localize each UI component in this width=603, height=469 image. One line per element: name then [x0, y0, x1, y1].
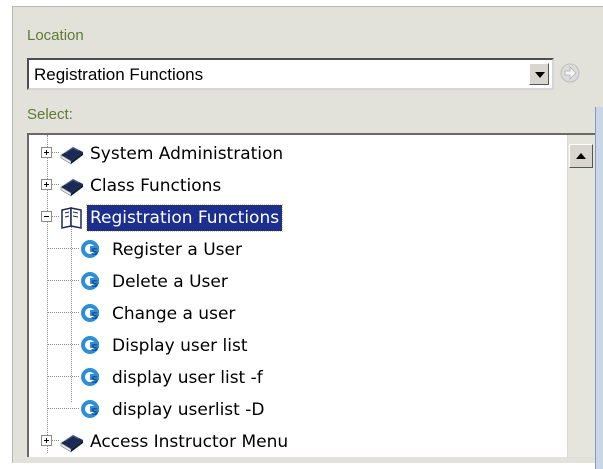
svg-text:S: S	[91, 279, 98, 290]
command-icon: S	[79, 237, 105, 261]
location-dropdown[interactable]: Registration Functions	[27, 58, 554, 90]
svg-text:S: S	[91, 375, 98, 386]
tree-connector	[52, 184, 59, 185]
tree-command-item[interactable]: S Register a User	[29, 235, 595, 267]
expand-icon[interactable]	[41, 147, 52, 158]
book-icon	[59, 173, 85, 197]
svg-text:S: S	[91, 343, 98, 354]
tree-connector	[47, 408, 79, 409]
location-dropdown-value: Registration Functions	[34, 65, 204, 84]
tree-connector	[52, 152, 59, 153]
command-icon: S	[79, 397, 105, 421]
tree-connector	[47, 376, 79, 377]
tree-item-label: Change a user	[112, 304, 236, 324]
tree-connector	[52, 440, 59, 441]
command-icon: S	[79, 365, 105, 389]
svg-text:S: S	[91, 407, 98, 418]
tree-item-label: Registration Functions	[85, 204, 284, 232]
select-label: Select:	[27, 106, 73, 123]
tree-connector	[47, 312, 79, 313]
tree-connector	[47, 280, 79, 281]
tree-item-label: Register a User	[112, 240, 242, 260]
tree-connector	[47, 248, 79, 249]
book-icon	[59, 429, 85, 453]
tree-connector	[52, 216, 59, 217]
go-arrow-icon[interactable]	[559, 62, 581, 84]
tree-item-label: Delete a User	[112, 272, 228, 292]
tree-command-item[interactable]: S Change a user	[29, 299, 595, 331]
tree-item-label: Display user list	[112, 336, 248, 356]
vertical-scrollbar[interactable]	[567, 135, 595, 457]
tree-view[interactable]: System Administration Class Functions Regi…	[27, 133, 595, 457]
tree-command-item[interactable]: S Display user list	[29, 331, 595, 363]
command-icon: S	[79, 301, 105, 325]
tree-item-label: display userlist -D	[112, 400, 265, 420]
location-panel: Location Registration Functions Select: …	[12, 6, 603, 469]
location-label: Location	[27, 27, 84, 44]
collapse-icon[interactable]	[41, 211, 52, 222]
scroll-up-button[interactable]	[569, 144, 593, 168]
expand-icon[interactable]	[41, 179, 52, 190]
tree-item-label: Class Functions	[90, 176, 222, 196]
tree-item-label: Access Instructor Menu	[90, 432, 289, 452]
svg-text:S: S	[91, 247, 98, 258]
tree-command-item[interactable]: S Delete a User	[29, 267, 595, 299]
open-book-icon	[59, 205, 85, 229]
command-icon: S	[79, 333, 105, 357]
tree-connector	[47, 344, 79, 345]
svg-text:S: S	[91, 311, 98, 322]
book-icon	[59, 141, 85, 165]
window-edge	[595, 107, 603, 469]
dropdown-arrow-button[interactable]	[529, 63, 549, 85]
tree-folder-item[interactable]: Registration Functions	[29, 203, 595, 235]
tree-folder-item[interactable]: Class Functions	[29, 171, 595, 203]
tree-command-item[interactable]: Sdisplay user list -f	[29, 363, 595, 395]
expand-icon[interactable]	[41, 435, 52, 446]
tree-folder-item[interactable]: System Administration	[29, 139, 595, 171]
tree-item-label: display user list -f	[112, 368, 263, 388]
tree-folder-item[interactable]: Access Instructor Menu	[29, 427, 595, 457]
tree-item-label: System Administration	[90, 144, 284, 164]
tree-command-item[interactable]: Sdisplay userlist -D	[29, 395, 595, 427]
command-icon: S	[79, 269, 105, 293]
